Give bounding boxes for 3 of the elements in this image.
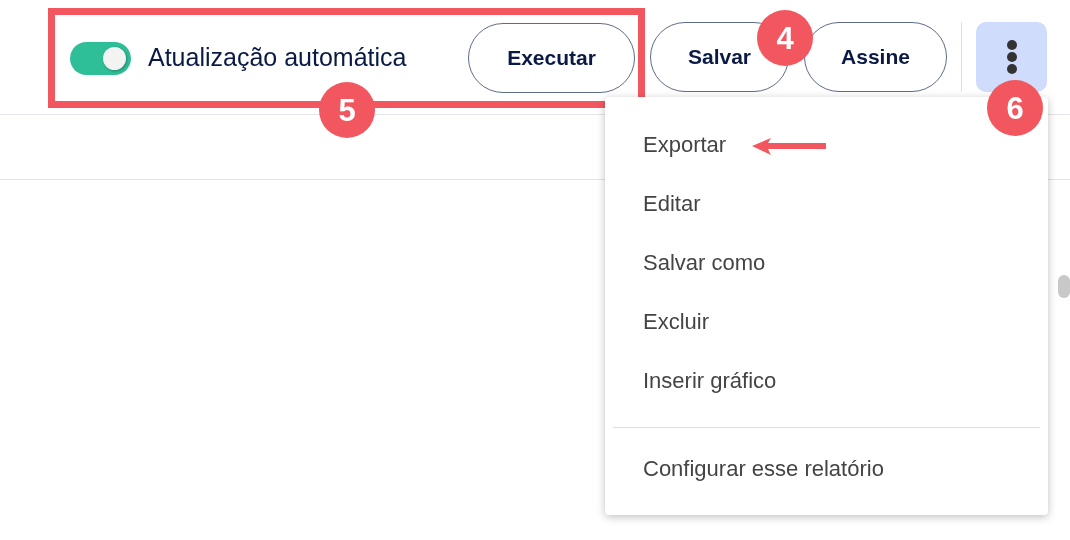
toggle-label: Atualização automática (148, 42, 408, 74)
callout-tooltip: 5 (319, 82, 375, 138)
callout-tooltip: 4 (757, 10, 813, 66)
